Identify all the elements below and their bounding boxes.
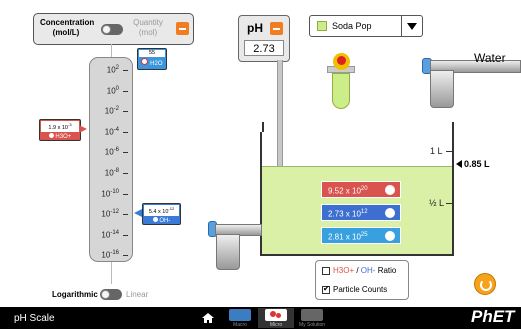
oh-count-box: 2.73 x 1012 [321, 204, 401, 221]
scale-tick-label: 10-4 [104, 127, 119, 137]
h2o-molecule-icon [385, 231, 395, 241]
concentration-quantity-switch[interactable] [101, 24, 123, 35]
logarithmic-label: Logarithmic [52, 290, 98, 299]
drain-faucet-spout [216, 234, 240, 270]
h3o-molecule-icon [385, 185, 395, 195]
switch-knob [101, 290, 110, 299]
h3o-indicator-label: H3O+ [40, 132, 80, 141]
sim-title: pH Scale [14, 313, 55, 324]
beaker-lip-right [452, 122, 466, 132]
checkmark-icon: ✔ [323, 284, 330, 293]
linear-label: Linear [126, 290, 149, 299]
oh-molecule-icon [385, 208, 395, 218]
scale-tick-label: 10-10 [101, 189, 119, 199]
dropper-icon [332, 73, 350, 109]
scale-tick-mark [123, 214, 128, 215]
log-linear-switch[interactable] [100, 289, 122, 300]
h2o-indicator-value: 55 [139, 50, 165, 57]
volume-tick-1L [446, 151, 454, 152]
scale-tick-mark [123, 91, 128, 92]
scale-tick-mark [123, 194, 128, 195]
oh-pointer [134, 209, 142, 217]
water-faucet-spout [430, 70, 454, 108]
scale-tick-label: 10-14 [101, 230, 119, 240]
solute-selected-label: Soda Pop [332, 21, 372, 31]
concentration-quantity-panel: Concentration (mol/L) Quantity (mol) [33, 13, 194, 45]
concentration-label: Concentration (mol/L) [40, 18, 95, 37]
volume-tick-half [446, 203, 454, 204]
volume-value: 0.85 L [464, 159, 490, 169]
options-panel: H3O+ / OH- Ratio ✔ Particle Counts [315, 260, 409, 300]
h2o-count-box: 2.81 x 1025 [321, 227, 401, 244]
scale-tick-label: 10-2 [104, 106, 119, 116]
screen-my-solution-button[interactable]: My Solution [294, 308, 330, 328]
navigation-bar: pH Scale Macro Micro My Solution [0, 307, 521, 329]
scale-tick-mark [123, 111, 128, 112]
solute-color-swatch [317, 21, 327, 31]
scale-connector-top [111, 44, 112, 58]
ph-meter-minimize-button[interactable] [270, 22, 283, 35]
water-label: Water [474, 51, 506, 65]
screen-macro-button[interactable]: Macro [222, 308, 258, 328]
h3o-count-box: 9.52 x 1020 [321, 181, 401, 198]
scale-tick-label: 10-8 [104, 168, 119, 178]
graph-minimize-button[interactable] [176, 22, 189, 35]
scale-tick-label: 100 [106, 86, 119, 96]
scale-tick-label: 10-16 [101, 250, 119, 260]
scale-tick-mark [123, 152, 128, 153]
volume-mark-half: ½ L [429, 198, 445, 208]
ratio-checkbox-label: H3O+ / OH- Ratio [333, 266, 397, 275]
solute-combo-box[interactable]: Soda Pop [309, 15, 423, 37]
reset-all-button[interactable] [474, 273, 496, 295]
ratio-checkbox[interactable] [322, 267, 330, 275]
h3o-pointer [79, 125, 87, 133]
oh-indicator-value: 5.4 x 10-12 [144, 205, 179, 216]
ph-value-display: 2.73 [244, 40, 284, 56]
beaker-lip-left [250, 122, 264, 132]
screen-micro-button[interactable]: Micro [258, 308, 294, 328]
oh-indicator: 5.4 x 10-12 OH- [142, 203, 181, 225]
h2o-indicator-label: H2O [138, 58, 166, 68]
phet-logo: PhET [471, 307, 515, 326]
scale-tick-label: 102 [106, 65, 119, 75]
particle-counts-label: Particle Counts [333, 285, 388, 294]
home-icon[interactable] [202, 312, 214, 324]
h3o-indicator: 1.9 x 10-3 H3O+ [39, 119, 81, 141]
scale-connector-bottom [111, 262, 112, 284]
scale-tick-label: 10-6 [104, 147, 119, 157]
volume-marker-arrow [456, 160, 462, 168]
quantity-label: Quantity (mol) [133, 18, 163, 37]
h2o-indicator: 55 H2O [137, 48, 167, 70]
scale-tick-mark [123, 173, 128, 174]
oh-indicator-label: OH- [143, 216, 180, 225]
scale-tick-label: 10-12 [101, 209, 119, 219]
scale-tick-mark [123, 255, 128, 256]
switch-knob [102, 25, 111, 34]
ph-meter: pH 2.73 [238, 15, 290, 62]
chevron-down-icon[interactable] [401, 16, 422, 36]
dropper-button[interactable] [337, 56, 346, 65]
particle-counts-checkbox[interactable]: ✔ [322, 284, 330, 294]
volume-mark-1L: 1 L [430, 146, 443, 156]
scale-tick-mark [123, 235, 128, 236]
scale-tick-mark [123, 132, 128, 133]
h3o-indicator-value: 1.9 x 10-3 [41, 121, 79, 132]
scale-tick-mark [123, 70, 128, 71]
ph-title: pH [247, 21, 263, 35]
